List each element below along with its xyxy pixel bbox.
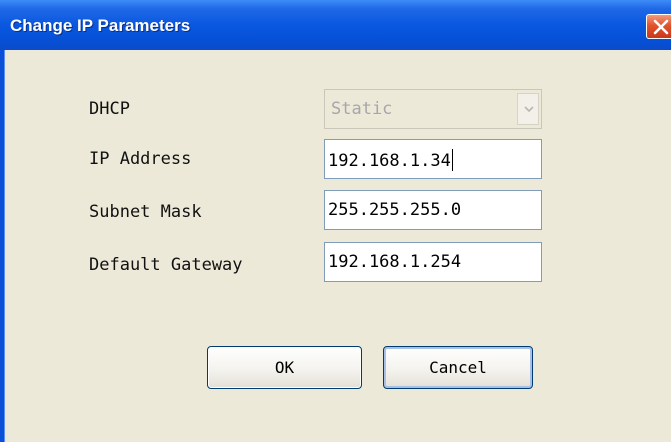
chevron-down-icon <box>524 106 534 113</box>
close-icon <box>653 19 669 35</box>
ip-address-value: 192.168.1.34 <box>328 149 453 171</box>
ok-button[interactable]: OK <box>207 346 362 389</box>
subnet-mask-value: 255.255.255.0 <box>328 200 462 220</box>
dhcp-select-value: Static <box>331 99 393 119</box>
dhcp-select[interactable]: Static <box>324 89 542 129</box>
subnet-mask-label: Subnet Mask <box>89 202 202 222</box>
default-gateway-value: 192.168.1.254 <box>328 252 462 272</box>
ip-address-field[interactable]: 192.168.1.34 <box>324 139 542 179</box>
ip-address-label: IP Address <box>89 149 192 169</box>
default-gateway-field[interactable]: 192.168.1.254 <box>324 242 542 282</box>
text-caret <box>451 149 453 171</box>
default-gateway-label: Default Gateway <box>89 255 243 275</box>
dhcp-dropdown-button[interactable] <box>517 93 539 125</box>
close-button[interactable] <box>646 14 671 39</box>
subnet-mask-field[interactable]: 255.255.255.0 <box>324 190 542 230</box>
dhcp-label: DHCP <box>89 99 130 119</box>
change-ip-dialog: Change IP Parameters DHCP Static IP Addr… <box>0 0 671 442</box>
title-bar[interactable]: Change IP Parameters <box>0 0 671 50</box>
dialog-title: Change IP Parameters <box>10 16 191 35</box>
cancel-button[interactable]: Cancel <box>383 346 533 389</box>
